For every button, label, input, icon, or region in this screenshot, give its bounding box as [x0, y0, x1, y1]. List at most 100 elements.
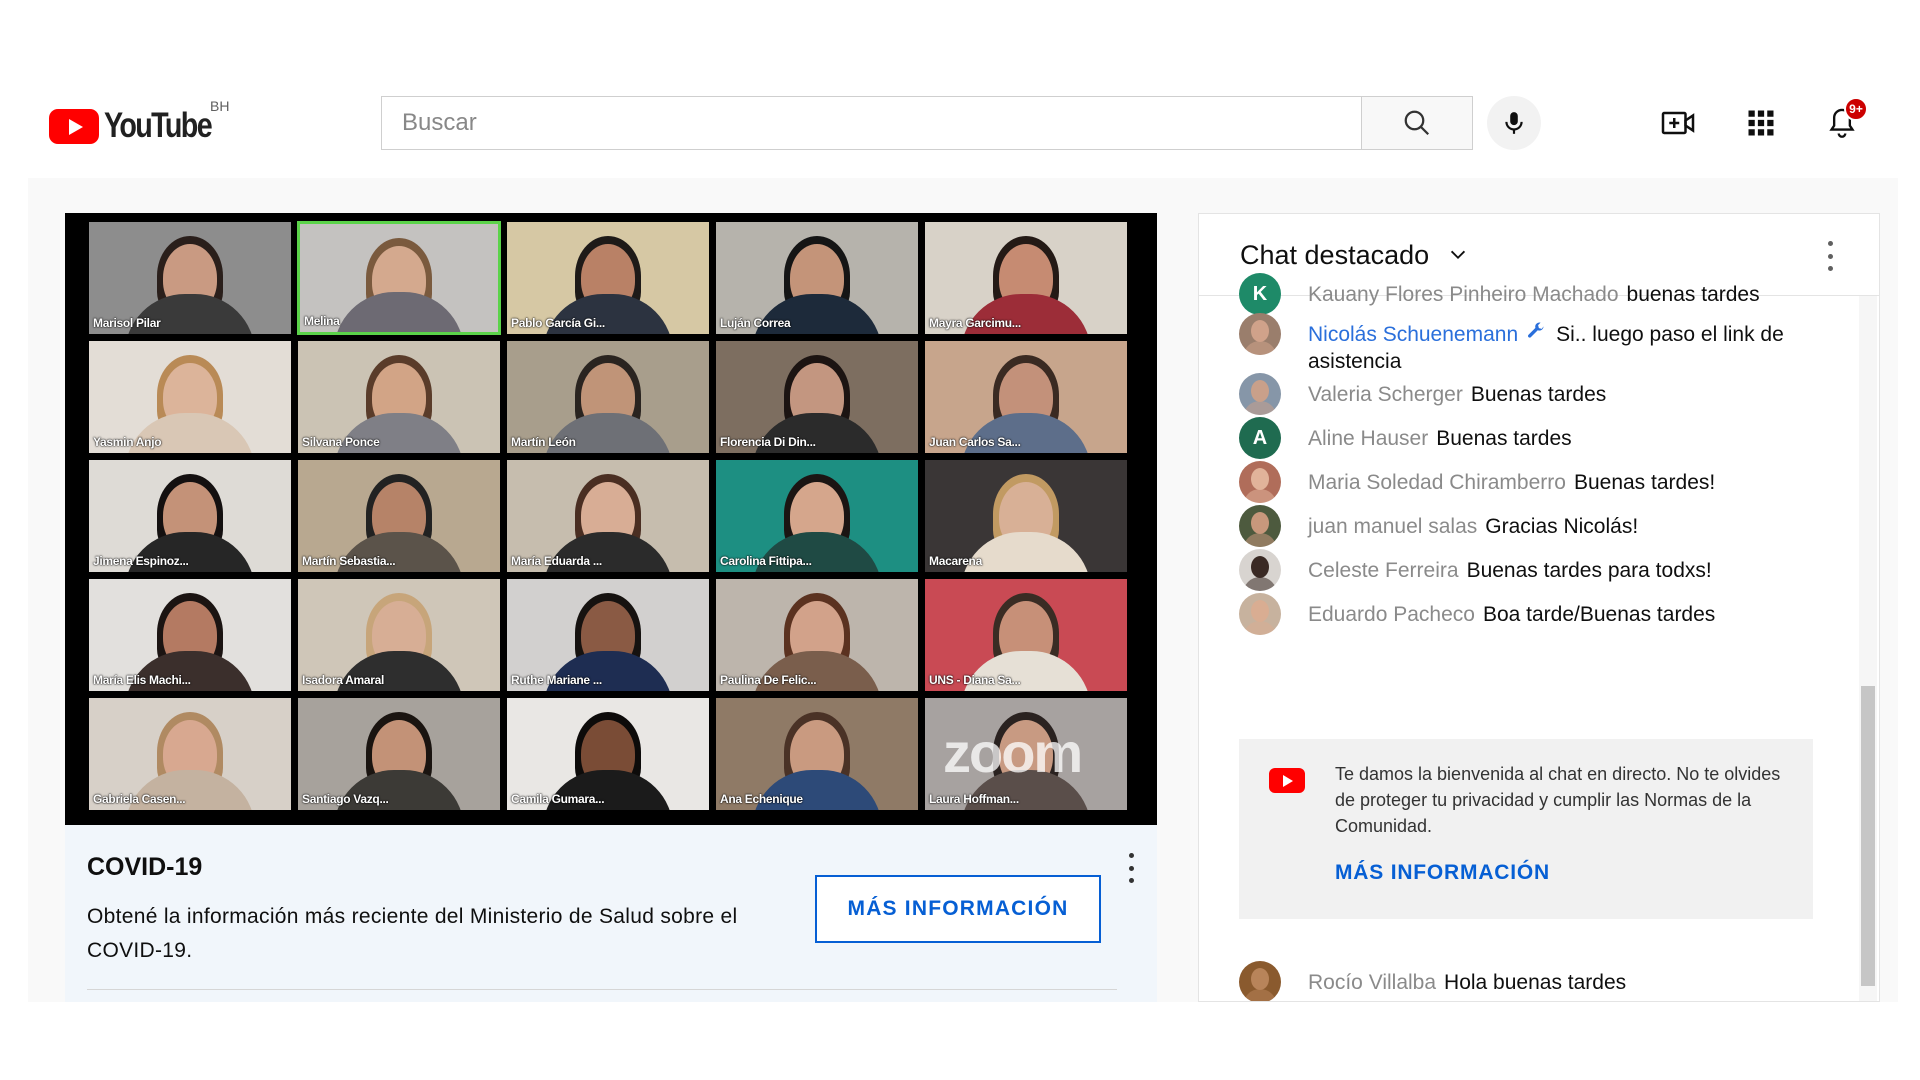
notifications-button[interactable]: 9+ — [1822, 97, 1868, 143]
participant-tile: Luján Correa — [715, 221, 919, 335]
notifications-badge: 9+ — [1844, 97, 1868, 121]
avatar[interactable] — [1239, 549, 1281, 591]
avatar[interactable] — [1239, 593, 1281, 635]
chat-message-content: Celeste Ferreira Buenas tardes para todxs… — [1308, 549, 1712, 584]
participant-name: Santiago Vazq... — [302, 792, 389, 806]
participant-name: Carolina Fittipa... — [720, 554, 812, 568]
chat-message-content: Maria Soledad Chiramberro Buenas tardes! — [1308, 461, 1715, 496]
chat-message: A Aline Hauser Buenas tardes — [1239, 417, 1829, 459]
chat-author-name[interactable]: Maria Soledad Chiramberro — [1308, 471, 1566, 494]
live-chat: Chat destacado K Kauany Flores Pinheiro M… — [1198, 213, 1880, 1002]
avatar-shoulders — [1243, 489, 1277, 503]
youtube-logo[interactable]: YouTube BH — [49, 98, 235, 146]
chat-message: Eduardo Pacheco Boa tarde/Buenas tardes — [1239, 593, 1829, 635]
avatar[interactable] — [1239, 961, 1281, 1001]
participant-tile: Santiago Vazq... — [297, 697, 501, 811]
participant-name: Paulina De Felic... — [720, 673, 817, 687]
participant-name: UNS - Diana Sa... — [929, 673, 1021, 687]
zoom-participant-grid: Marisol Pilar Melina Pablo García Gi... Luj… — [88, 221, 1128, 811]
search-box — [381, 96, 1473, 150]
participant-name: Laura Hoffman... — [929, 792, 1019, 806]
participant-tile: Martín Sebastia... — [297, 459, 501, 573]
avatar-shoulders — [1243, 989, 1277, 1001]
chat-menu-icon[interactable] — [1825, 241, 1835, 271]
chat-message-text: Buenas tardes para todxs! — [1466, 559, 1712, 582]
info-panel-menu-icon[interactable] — [1125, 853, 1137, 883]
chat-author-name[interactable]: Rocío Villalba — [1308, 971, 1436, 994]
chat-author-name[interactable]: juan manuel salas — [1308, 515, 1477, 538]
chat-author-name[interactable]: Kauany Flores Pinheiro Machado — [1308, 283, 1619, 306]
participant-tile: Melina — [297, 221, 501, 335]
masthead: YouTube BH 9+ — [0, 72, 1920, 178]
chat-author-name[interactable]: Celeste Ferreira — [1308, 559, 1459, 582]
avatar-letter: K — [1252, 282, 1268, 305]
create-button[interactable] — [1658, 103, 1698, 143]
chat-message-text: Buenas tardes — [1436, 427, 1572, 450]
avatar-shoulders — [1243, 621, 1277, 635]
info-panel-description: Obtené la información más reciente del M… — [87, 905, 738, 962]
chat-author-name[interactable]: Eduardo Pacheco — [1308, 603, 1475, 626]
participant-name: Martín León — [511, 435, 576, 449]
chat-scrollbar[interactable] — [1859, 296, 1877, 1001]
participant-name: Martín Sebastia... — [302, 554, 396, 568]
participant-tile: Yasmin Anjo — [88, 340, 292, 454]
avatar[interactable]: K — [1239, 273, 1281, 315]
avatar-face — [1251, 556, 1269, 578]
chevron-down-icon[interactable] — [1447, 244, 1469, 266]
avatar-face — [1251, 468, 1269, 490]
covid-info-panel: COVID-19 Obtené la información más recie… — [65, 825, 1157, 1002]
participant-tile: María Elis Machi... — [88, 578, 292, 692]
avatar-face — [1251, 380, 1269, 402]
participant-tile: Paulina De Felic... — [715, 578, 919, 692]
video-player[interactable]: Marisol Pilar Melina Pablo García Gi... Luj… — [65, 213, 1157, 825]
avatar[interactable] — [1239, 373, 1281, 415]
chat-author-name[interactable]: Aline Hauser — [1308, 427, 1428, 450]
apps-grid-icon — [1748, 110, 1774, 136]
chat-message-content: Eduardo Pacheco Boa tarde/Buenas tardes — [1308, 593, 1715, 628]
participant-name: Luján Correa — [720, 316, 791, 330]
chat-welcome-banner: Te damos la bienvenida al chat en direct… — [1239, 739, 1813, 919]
avatar-letter: A — [1252, 426, 1268, 449]
participant-tile: Carolina Fittipa... — [715, 459, 919, 573]
participant-tile: Gabriela Casen... — [88, 697, 292, 811]
participant-name: Ana Echenique — [720, 792, 803, 806]
voice-search-button[interactable] — [1487, 96, 1541, 150]
chat-message-text: Buenas tardes — [1470, 383, 1607, 406]
chat-message-text: Boa tarde/Buenas tardes — [1482, 603, 1716, 626]
youtube-logo-icon — [49, 108, 99, 144]
participant-name: Gabriela Casen... — [93, 792, 186, 806]
participant-name: María Eduarda ... — [511, 554, 602, 568]
chat-message-text: buenas tardes — [1626, 283, 1760, 306]
avatar[interactable]: A — [1239, 417, 1281, 459]
avatar[interactable] — [1239, 505, 1281, 547]
avatar[interactable] — [1239, 461, 1281, 503]
avatar[interactable] — [1239, 313, 1281, 355]
avatar-face — [1251, 600, 1269, 622]
apps-button[interactable] — [1741, 103, 1781, 143]
participant-name: Yasmin Anjo — [93, 435, 162, 449]
search-input[interactable] — [381, 96, 1361, 150]
participant-tile: Mayra Garcimu... — [924, 221, 1128, 335]
chat-author-name[interactable]: Valeria Scherger — [1308, 383, 1463, 406]
chat-message: Nicolás Schuenemann Si.. luego paso el li… — [1239, 313, 1829, 375]
participant-tile: Silvana Ponce — [297, 340, 501, 454]
avatar-face — [1251, 320, 1269, 342]
participant-tile: Martín León — [506, 340, 710, 454]
chat-message-content: Nicolás Schuenemann Si.. luego paso el li… — [1308, 313, 1829, 375]
avatar-shoulders — [1243, 533, 1277, 547]
youtube-logo-icon — [1269, 768, 1305, 793]
welcome-more-info-link[interactable]: MÁS INFORMACIÓN — [1335, 861, 1550, 885]
chat-message-content: Valeria Scherger Buenas tardes — [1308, 373, 1606, 408]
chat-author-name[interactable]: Nicolás Schuenemann — [1308, 323, 1518, 346]
participant-tile: UNS - Diana Sa... — [924, 578, 1128, 692]
participant-tile: María Eduarda ... — [506, 459, 710, 573]
participant-tile: Juan Carlos Sa... — [924, 340, 1128, 454]
participant-name: Macarena — [929, 554, 982, 568]
chat-mode-title[interactable]: Chat destacado — [1240, 240, 1429, 271]
participant-name: Ruthe Mariane ... — [511, 673, 602, 687]
more-info-button[interactable]: MÁS INFORMACIÓN — [815, 875, 1101, 943]
search-button[interactable] — [1361, 96, 1473, 150]
chat-scrollbar-thumb[interactable] — [1861, 686, 1875, 986]
zoom-watermark: zoom — [943, 721, 1083, 784]
participant-tile: Ana Echenique — [715, 697, 919, 811]
